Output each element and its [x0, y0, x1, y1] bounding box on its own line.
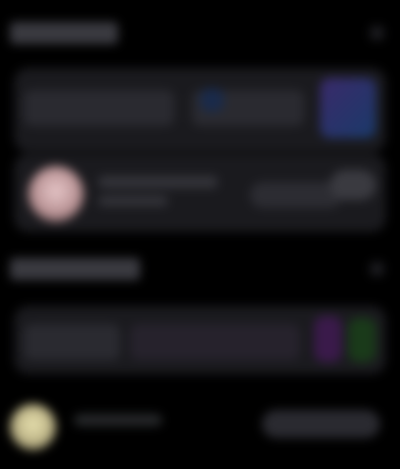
- widget-chip-1[interactable]: [24, 90, 174, 126]
- footer-title: [74, 414, 162, 426]
- profile-action-button[interactable]: [250, 182, 342, 208]
- profile-card[interactable]: [14, 154, 386, 232]
- footer-action-button[interactable]: [262, 410, 380, 438]
- section-title-2: [10, 258, 140, 280]
- widget-chip-3[interactable]: [24, 324, 120, 360]
- profile-title: [98, 176, 218, 188]
- section-2-more-icon[interactable]: [370, 262, 384, 276]
- section-title-1: [10, 22, 118, 44]
- footer-row[interactable]: [0, 392, 400, 469]
- section-1-more-icon[interactable]: [370, 26, 384, 40]
- accent-swatch-1: [320, 78, 376, 138]
- footer-avatar[interactable]: [10, 404, 56, 450]
- accent-swatch-4: [348, 318, 376, 362]
- screen-root: [0, 0, 400, 469]
- widget-card-2[interactable]: [14, 306, 386, 374]
- widget-card-1[interactable]: [14, 68, 386, 152]
- profile-secondary-button[interactable]: [330, 170, 376, 200]
- profile-avatar[interactable]: [28, 166, 84, 222]
- accent-swatch-3: [314, 316, 342, 362]
- accent-swatch-2: [200, 88, 224, 112]
- profile-subtitle: [98, 196, 168, 206]
- widget-chip-4[interactable]: [130, 324, 300, 360]
